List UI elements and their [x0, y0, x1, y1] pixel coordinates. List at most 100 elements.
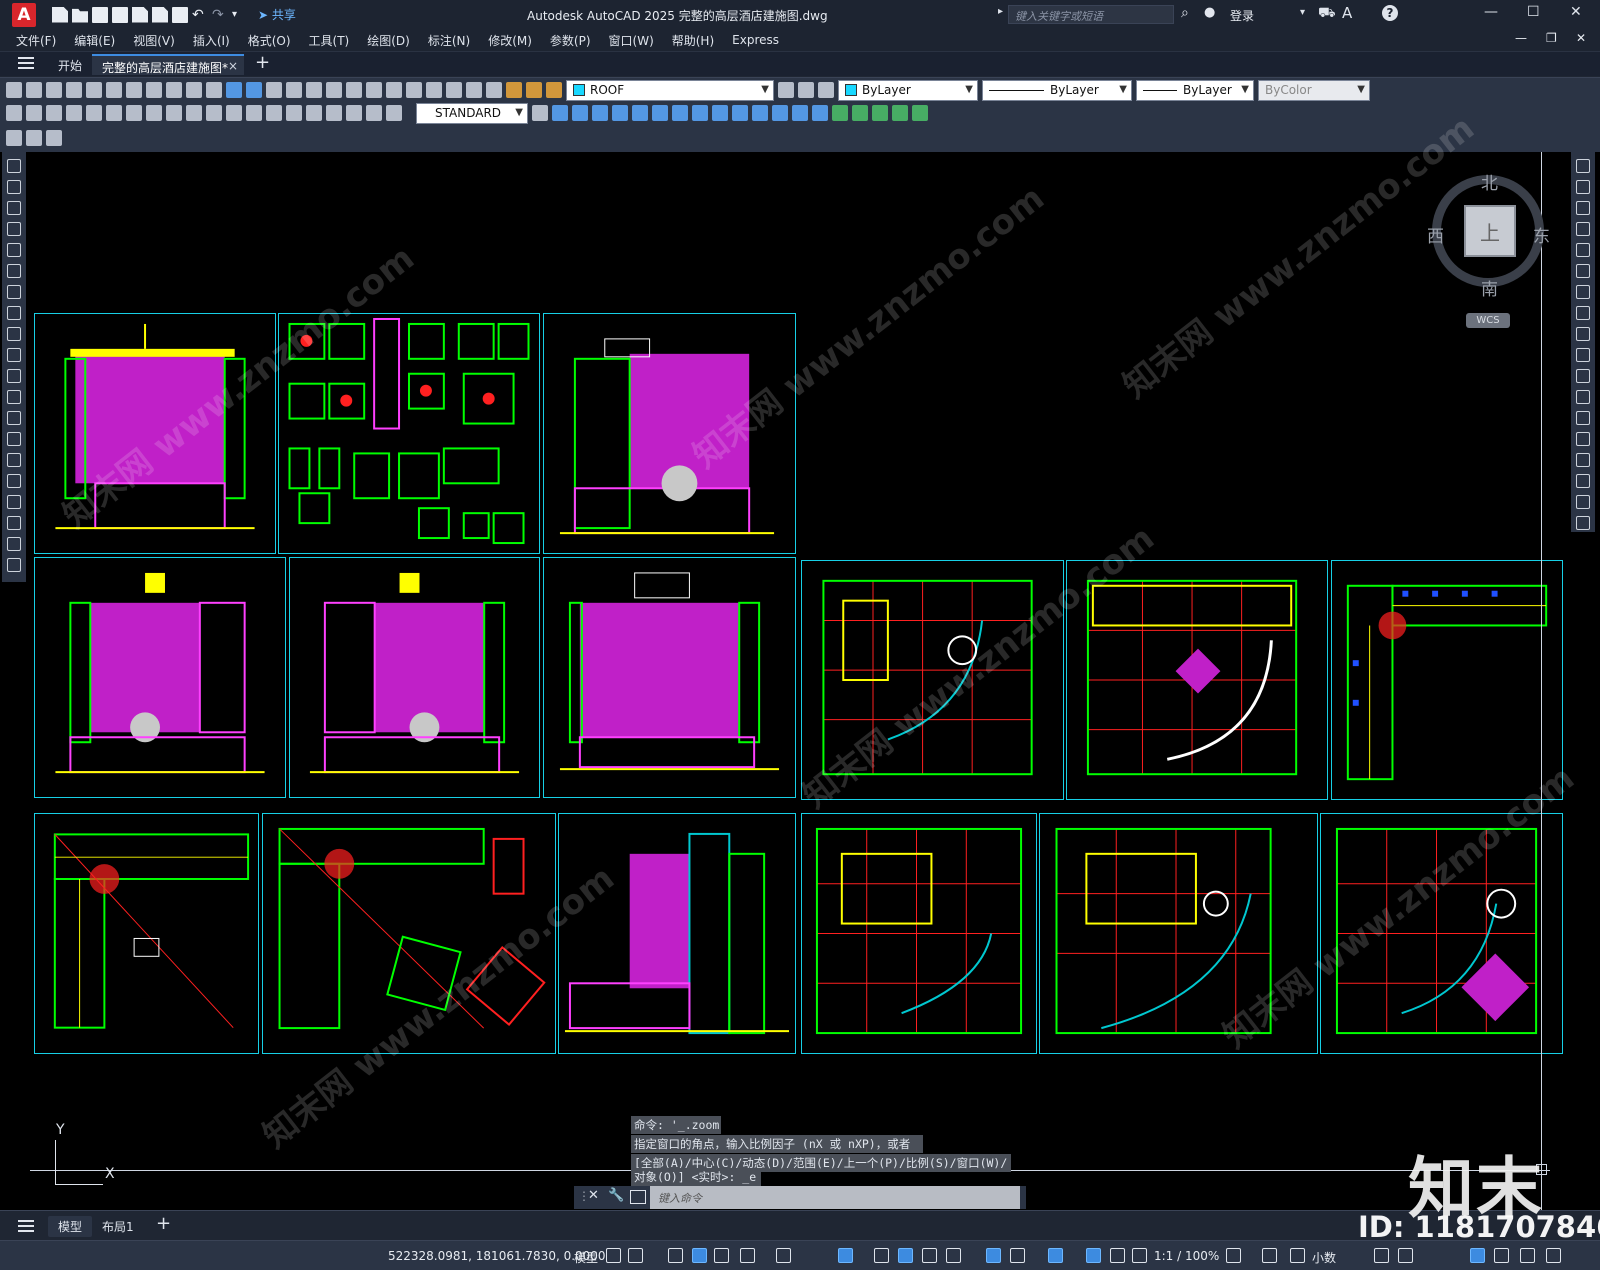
layer-dropdown[interactable]: ROOF ▼ [566, 79, 774, 101]
tab-close-icon[interactable]: × [228, 59, 238, 73]
units-readout[interactable]: 小数 [1312, 1249, 1336, 1266]
menu-view[interactable]: 视图(V) [124, 32, 184, 49]
sheet-set-icon[interactable] [406, 82, 422, 98]
sheet-section-2[interactable] [558, 813, 796, 1054]
close-window-icon[interactable]: ✕ [1570, 4, 1582, 20]
compass-north[interactable]: 北 [1481, 169, 1498, 194]
trim-icon[interactable] [1576, 348, 1590, 362]
coordinate-readout[interactable]: 522328.0981, 181061.7830, 0.0000 [388, 1249, 606, 1263]
region-icon[interactable] [7, 495, 21, 509]
compass-south[interactable]: 南 [1481, 275, 1498, 300]
tab-layout1[interactable]: 布局1 [92, 1216, 144, 1237]
command-input[interactable]: 键入命令 [650, 1186, 1020, 1209]
layer-previous-icon[interactable] [798, 82, 814, 98]
hatch-icon[interactable] [7, 453, 21, 467]
cmd-close-icon[interactable]: ✕ [588, 1188, 599, 1203]
layer-freeze-icon[interactable] [526, 82, 542, 98]
revision-cloud-icon[interactable] [7, 306, 21, 320]
web-open-icon[interactable] [152, 6, 168, 23]
dim-diameter-icon[interactable] [126, 105, 142, 121]
lock-ui-icon[interactable] [1398, 1248, 1413, 1263]
scale-icon[interactable] [1576, 306, 1590, 320]
dim-jogged-icon[interactable] [106, 105, 122, 121]
ortho-icon[interactable] [714, 1248, 729, 1263]
save-as-icon[interactable] [112, 6, 128, 23]
tab-model[interactable]: 模型 [48, 1216, 93, 1237]
cut-icon[interactable] [126, 82, 142, 98]
user-icon[interactable]: ● [1204, 5, 1215, 20]
annotation-visibility-icon[interactable] [1086, 1248, 1101, 1263]
jogged-linear-icon[interactable] [326, 105, 342, 121]
lineweight-dropdown[interactable]: ByLayer ▼ [1136, 79, 1254, 101]
dim-edit-icon[interactable] [346, 105, 362, 121]
view-left-icon[interactable] [592, 105, 608, 121]
table-icon[interactable] [7, 516, 21, 530]
rotate-icon[interactable] [1576, 285, 1590, 299]
compass-east[interactable]: 东 [1533, 222, 1550, 247]
annotation-scale-icon[interactable] [1132, 1248, 1147, 1263]
maximize-icon[interactable]: ☐ [1527, 4, 1540, 20]
redo-tb-icon[interactable] [246, 82, 262, 98]
save-tb-icon[interactable] [46, 82, 62, 98]
transparency-icon[interactable] [898, 1248, 913, 1263]
share-button[interactable]: ➤ 共享 [258, 6, 296, 23]
sheet-elevation-2[interactable] [34, 557, 286, 798]
customize-status-icon[interactable] [1546, 1248, 1561, 1263]
search-icon[interactable]: ⌕ [1181, 5, 1189, 21]
copy-icon[interactable] [146, 82, 162, 98]
menu-modify[interactable]: 修改(M) [479, 32, 541, 49]
tolerance-icon[interactable] [266, 105, 282, 121]
undo-icon[interactable]: ↶ [192, 7, 208, 23]
publish-icon[interactable] [106, 82, 122, 98]
dim-radius-icon[interactable] [86, 105, 102, 121]
view-sw-iso-icon[interactable] [672, 105, 688, 121]
add-layout-button[interactable]: + [146, 1211, 181, 1236]
ellipse-icon[interactable] [7, 348, 21, 362]
new-file-icon[interactable] [52, 6, 68, 23]
menu-insert[interactable]: 插入(I) [184, 32, 239, 49]
menu-help[interactable]: 帮助(H) [663, 32, 723, 49]
autocad-logo-icon[interactable]: A [12, 2, 36, 27]
dim-continue-icon[interactable] [206, 105, 222, 121]
sheet-elevation-3[interactable] [289, 557, 540, 798]
menu-window[interactable]: 窗口(W) [600, 32, 663, 49]
cmd-recent-icon[interactable] [630, 1190, 646, 1204]
redo-icon[interactable]: ↷ [212, 7, 228, 23]
spline-icon[interactable] [7, 327, 21, 341]
layer-lock-icon[interactable] [546, 82, 562, 98]
linetype-dropdown[interactable]: ByLayer ▼ [982, 79, 1132, 101]
make-block-icon[interactable] [7, 411, 21, 425]
block-editor-icon[interactable] [206, 82, 222, 98]
wcs-menu[interactable]: WCS [1466, 313, 1510, 328]
cmd-customize-icon[interactable]: 🔧 [608, 1188, 624, 1203]
rectangle-icon[interactable] [7, 243, 21, 257]
layer-on-icon[interactable] [506, 82, 522, 98]
annotation-scale-readout[interactable]: 1:1 / 100% [1154, 1249, 1219, 1263]
dynamic-ucs-icon[interactable] [986, 1248, 1001, 1263]
stretch-icon[interactable] [1576, 327, 1590, 341]
sheet-plan-6[interactable] [801, 813, 1037, 1054]
matchprop-icon[interactable] [186, 82, 202, 98]
dimstyle-dropdown[interactable]: STANDARD ▼ [416, 102, 528, 124]
break-at-point-icon[interactable] [1576, 390, 1590, 404]
gizmo-icon[interactable] [1048, 1248, 1063, 1263]
view-se-iso-icon[interactable] [692, 105, 708, 121]
pan-icon[interactable] [266, 82, 282, 98]
dim-space-icon[interactable] [226, 105, 242, 121]
sheet-elevation-4[interactable] [543, 557, 796, 798]
layer-state-icon[interactable] [818, 82, 834, 98]
paste-icon[interactable] [166, 82, 182, 98]
view-nw-iso-icon[interactable] [732, 105, 748, 121]
ucs-world-icon[interactable] [852, 105, 868, 121]
hamburger-menu-icon[interactable] [18, 57, 34, 69]
design-center-icon[interactable] [366, 82, 382, 98]
blend-curves-icon[interactable] [1576, 495, 1590, 509]
dim-text-edit-icon[interactable] [366, 105, 382, 121]
login-dropdown-icon[interactable]: ▾ [1300, 7, 1305, 18]
auto-scale-icon[interactable] [1110, 1248, 1125, 1263]
menu-express[interactable]: Express [723, 33, 788, 47]
zoom-previous-icon[interactable] [326, 82, 342, 98]
explode-icon[interactable] [1576, 516, 1590, 530]
view-front-icon[interactable] [632, 105, 648, 121]
sheet-plan-3[interactable] [1331, 560, 1563, 800]
